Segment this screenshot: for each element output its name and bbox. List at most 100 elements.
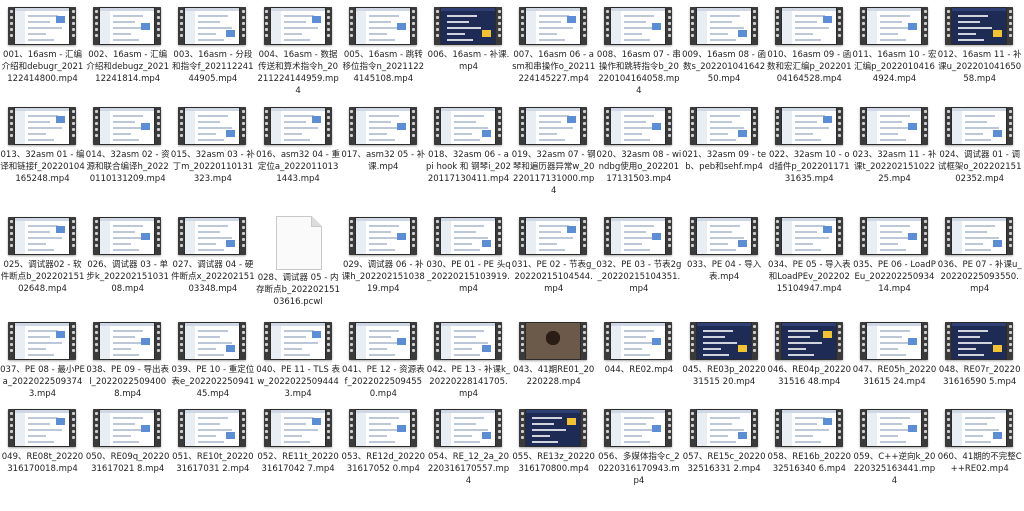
video-thumbnail	[178, 7, 247, 45]
frame-line	[198, 231, 221, 233]
frame-line	[794, 39, 821, 41]
frame-line	[532, 429, 567, 431]
film-strip-right	[1007, 107, 1014, 145]
film-strip-right	[751, 217, 758, 255]
film-strip-right	[325, 7, 332, 45]
file-item[interactable]: 024、调试器 01 - 调试框架o_20220215102352.mp4	[937, 104, 1022, 209]
file-item[interactable]: 017、asm32 05 - 补课.mp4	[341, 104, 426, 209]
frame-line	[794, 243, 813, 245]
thumbnail-frame	[611, 108, 666, 144]
file-item[interactable]: 027、调试器 04 - 硬件断点x_20220215103348.mp4	[170, 214, 255, 319]
file-item[interactable]: 019、32asm 07 - 钢琴和遍历器异常w_20220117131000.…	[511, 104, 596, 209]
frame-sidebar	[867, 326, 877, 359]
file-item[interactable]: 006、16asm - 补课.mp4	[426, 4, 511, 109]
frame-line	[787, 336, 810, 338]
file-item[interactable]: 058、RE16b_2022032516340 6.mp4	[767, 406, 852, 511]
file-item[interactable]: 050、RE09q_2022031617021 8.mp4	[85, 406, 170, 511]
file-item[interactable]: 008、16asm 07 - 串操作和跳转指令b_20220104164058.…	[596, 4, 681, 109]
frame-sidebar	[952, 413, 963, 446]
file-item[interactable]: 011、16asm 10 - 宏汇编p_20220104164924.mp4	[852, 4, 937, 109]
frame-line	[794, 27, 829, 29]
file-item[interactable]: 023、32asm 11 - 补课t_20220215102225.mp4	[852, 104, 937, 209]
file-item[interactable]: 026、调试器 03 - 单步k_20220215103108.mp4	[85, 214, 170, 319]
file-item[interactable]: 028、调试器 05 - 内存断点b_20220215103616.pcwl	[256, 214, 341, 319]
file-item[interactable]: 033、PE 04 - 导入表.mp4	[682, 214, 767, 319]
file-item[interactable]: 035、PE 06 - LoadPEu_20220225093414.mp4	[852, 214, 937, 319]
file-item[interactable]: 007、16asm 06 - asm和串操作o_20211224145227.m…	[511, 4, 596, 109]
file-name: 040、PE 11 - TLS 表w_20220225094443.mp4	[256, 365, 340, 399]
frame-line	[113, 231, 136, 233]
film-strip-right	[70, 409, 76, 447]
frame-line	[880, 348, 898, 350]
film-strip-right	[325, 107, 332, 145]
file-item[interactable]: 053、RE12d_2022031617052 0.mp4	[341, 406, 426, 511]
frame-line	[198, 423, 221, 425]
file-item[interactable]: 003、16asm - 分段和指令f_20211224144905.mp4	[170, 4, 255, 109]
film-strip-left	[434, 322, 440, 360]
file-item[interactable]: 052、RE11t_2022031617042 7.mp4	[256, 406, 341, 511]
file-item[interactable]: 059、C++逆向k_20220325163441.mp4	[852, 406, 937, 511]
frame-line	[624, 33, 643, 35]
file-item[interactable]: 057、RE15c_2022032516331 2.mp4	[682, 406, 767, 511]
file-item[interactable]: 015、32asm 03 - 补丁m_20220110131323.mp4	[170, 104, 255, 209]
frame-line	[454, 423, 476, 425]
frame-accent	[226, 30, 236, 37]
frame-line	[880, 417, 910, 419]
file-name: 037、PE 08 - 最小PEa_20220225093743.mp4	[0, 365, 85, 399]
file-item[interactable]: 009、16asm 08 - 函数s_20220104164250.mp4	[682, 4, 767, 109]
file-name: 049、RE08t_20220316170018.mp4	[1, 452, 84, 474]
frame-sidebar	[185, 221, 196, 254]
file-item[interactable]: 014、32asm 02 - 资源和联合编译h_20220110131209.m…	[85, 104, 170, 209]
frame-line	[958, 330, 989, 332]
file-item[interactable]: 013、32asm 01 - 编译和链接f_20220104165248.mp4	[0, 104, 85, 209]
file-item[interactable]: 005、16asm - 跳转移位指令n_20211224145108.mp4	[341, 4, 426, 109]
thumbnail-frame	[867, 108, 921, 144]
file-item[interactable]: 051、RE10t_2022031617031 2.mp4	[170, 406, 255, 511]
file-item[interactable]: 030、PE 01 - PE 头q_20220215103919.mp4	[426, 214, 511, 319]
frame-accent	[311, 418, 321, 425]
file-item[interactable]: 055、RE13z_20220316170800.mp4	[511, 406, 596, 511]
file-item[interactable]: 032、PE 03 - 节表2g_20220215104351.mp4	[596, 214, 681, 319]
frame-line	[28, 231, 50, 233]
file-name: 038、PE 09 - 导出表l_20220225094008.mp4	[86, 365, 170, 399]
file-item[interactable]: 056、多媒体指令c_20220316170943.mp4	[596, 406, 681, 511]
frame-line	[454, 441, 480, 443]
video-thumbnail	[689, 107, 758, 145]
frame-sidebar	[185, 326, 196, 359]
file-item[interactable]: 025、调试器02 - 软件断点b_20220215102648.mp4	[0, 214, 85, 319]
film-strip-left	[604, 107, 611, 145]
frame-line	[787, 342, 822, 344]
file-item[interactable]: 054、RE_12_2a_20220316170557.mp4	[426, 406, 511, 511]
file-item[interactable]: 021、32asm 09 - teb、peb和sehf.mp4	[682, 104, 767, 209]
film-strip-left	[434, 107, 440, 145]
frame-line	[624, 115, 655, 117]
file-item[interactable]: 029、调试器 06 - 补课h_20220215103819.mp4	[341, 214, 426, 319]
file-item[interactable]: 001、16asm - 汇编介绍和debugr_2021122414800.mp…	[0, 4, 85, 109]
file-name: 024、调试器 01 - 调试框架o_20220215102352.mp4	[937, 150, 1022, 184]
file-name: 010、16asm 09 - 函数和宏汇编p_20220104164528.mp…	[766, 50, 852, 84]
file-item[interactable]: 022、32asm 10 - od插件p_20220117131635.mp4	[767, 104, 852, 209]
film-strip-right	[240, 217, 247, 255]
file-item[interactable]: 049、RE08t_20220316170018.mp4	[0, 406, 85, 511]
film-strip-right	[410, 107, 417, 145]
file-item[interactable]: 020、32asm 08 - windbg使用o_20220117131503.…	[596, 104, 681, 209]
frame-accent	[482, 240, 491, 247]
file-item[interactable]: 060、41期的不完整C++RE02.mp4	[937, 406, 1022, 511]
file-item[interactable]: 002、16asm - 汇编介绍和debugz_202112241814.mp4	[85, 4, 170, 109]
file-item[interactable]: 018、32asm 06 - api hook 和 钢琴i_2022011713…	[426, 104, 511, 209]
frame-line	[198, 15, 229, 17]
film-strip-right	[240, 409, 247, 447]
frame-line	[113, 336, 136, 338]
file-item[interactable]: 034、PE 05 - 导入表和LoadPEv_20220215104947.m…	[767, 214, 852, 319]
file-item[interactable]: 036、PE 07 - 补课u_20220225093550.mp4	[937, 214, 1022, 319]
frame-accent	[908, 233, 917, 240]
frame-line	[28, 348, 46, 350]
file-item[interactable]: 010、16asm 09 - 函数和宏汇编p_20220104164528.mp…	[767, 4, 852, 109]
frame-sidebar	[355, 11, 366, 44]
frame-line	[624, 243, 643, 245]
file-item[interactable]: 016、asm32 04 - 重定位a_20220110131443.mp4	[256, 104, 341, 209]
file-item[interactable]: 031、PE 02 - 节表g_20220215104544.mp4	[511, 214, 596, 319]
file-item[interactable]: 004、16asm - 数据传送和算术指令h_20211224144959.mp…	[256, 4, 341, 109]
frame-sidebar	[100, 326, 111, 359]
file-item[interactable]: 012、16asm 11 - 补课u_20220104165058.mp4	[937, 4, 1022, 109]
